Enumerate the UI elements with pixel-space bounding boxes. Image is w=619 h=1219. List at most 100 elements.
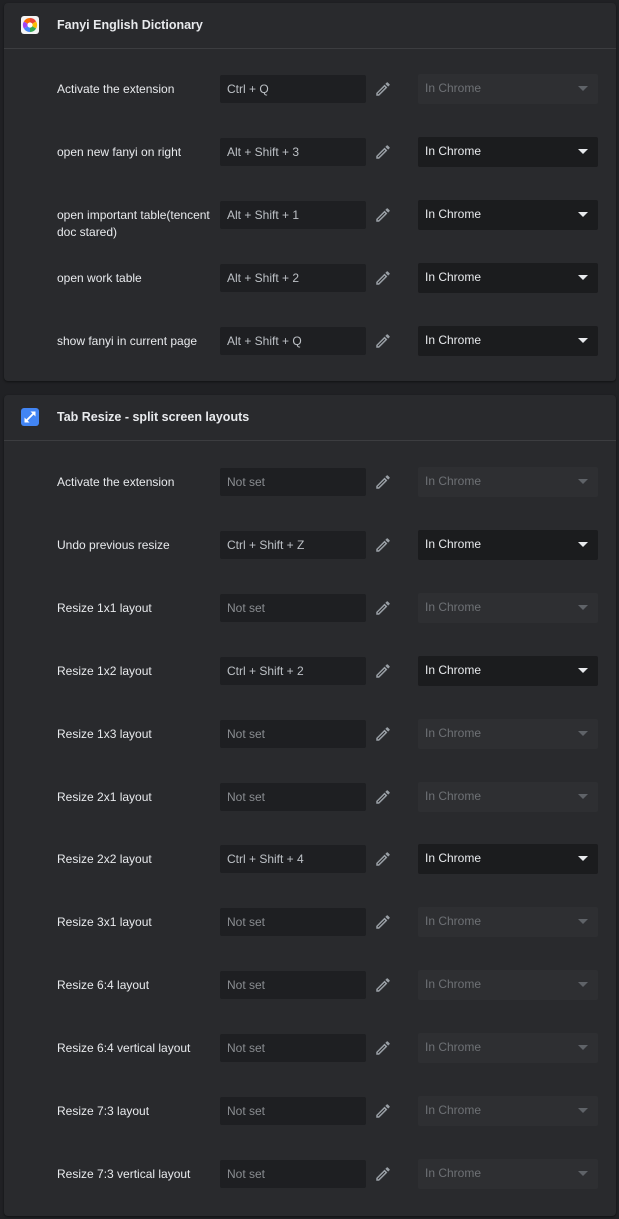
- command-row: open work table Alt + Shift + 2 In Chrom…: [4, 263, 616, 327]
- command-label: Resize 1x1 layout: [57, 601, 152, 615]
- command-label: Undo previous resize: [57, 538, 170, 552]
- scope-select[interactable]: In Chrome: [418, 844, 598, 874]
- shortcut-field[interactable]: Not set: [220, 1097, 366, 1125]
- dropdown-arrow-icon: [578, 982, 588, 987]
- command-row: open important table(tencent doc stared)…: [4, 200, 616, 264]
- shortcut-field[interactable]: Not set: [220, 468, 366, 496]
- edit-pencil-icon[interactable]: [374, 332, 392, 350]
- scope-value: In Chrome: [425, 270, 482, 284]
- edit-pencil-icon[interactable]: [374, 662, 392, 680]
- command-row: Activate the extension Not set In Chrome: [4, 467, 616, 531]
- edit-pencil-icon[interactable]: [374, 269, 392, 287]
- command-label: Resize 1x3 layout: [57, 727, 152, 741]
- dropdown-arrow-icon: [578, 212, 588, 217]
- extension-header: Fanyi English Dictionary: [4, 3, 616, 49]
- command-label: show fanyi in current page: [57, 334, 198, 348]
- edit-pencil-icon[interactable]: [374, 80, 392, 98]
- edit-pencil-icon[interactable]: [374, 599, 392, 617]
- edit-pencil-icon[interactable]: [374, 1039, 392, 1057]
- shortcut-field[interactable]: Ctrl + Shift + 2: [220, 657, 366, 685]
- edit-pencil-icon[interactable]: [374, 206, 392, 224]
- edit-pencil-icon[interactable]: [374, 1102, 392, 1120]
- shortcut-field[interactable]: Ctrl + Shift + 4: [220, 845, 366, 873]
- edit-pencil-icon[interactable]: [374, 850, 392, 868]
- edit-pencil-icon[interactable]: [374, 536, 392, 554]
- scope-value: In Chrome: [425, 537, 482, 551]
- extension-card-fanyi: Fanyi English Dictionary Activate the ex…: [4, 3, 616, 381]
- edit-pencil-icon[interactable]: [374, 1165, 392, 1183]
- edit-pencil-icon[interactable]: [374, 725, 392, 743]
- scope-value: In Chrome: [425, 1103, 482, 1117]
- scope-value: In Chrome: [425, 207, 482, 221]
- scope-value: In Chrome: [425, 1040, 482, 1054]
- command-label: Resize 7:3 vertical layout: [57, 1167, 191, 1181]
- command-label: open new fanyi on right: [57, 145, 182, 159]
- scope-select: In Chrome: [418, 1159, 598, 1189]
- dropdown-arrow-icon: [578, 1108, 588, 1113]
- scope-select: In Chrome: [418, 467, 598, 497]
- edit-pencil-icon[interactable]: [374, 473, 392, 491]
- dropdown-arrow-icon: [578, 731, 588, 736]
- extension-card-tab-resize: Tab Resize - split screen layouts Activa…: [4, 395, 616, 1216]
- scope-select: In Chrome: [418, 970, 598, 1000]
- shortcut-field[interactable]: Alt + Shift + 3: [220, 138, 366, 166]
- command-label: Activate the extension: [57, 475, 175, 489]
- scope-select[interactable]: In Chrome: [418, 656, 598, 686]
- command-row: show fanyi in current page Alt + Shift +…: [4, 326, 616, 390]
- scope-value: In Chrome: [425, 81, 482, 95]
- extension-header: Tab Resize - split screen layouts: [4, 395, 616, 441]
- command-row: Resize 7:3 vertical layout Not set In Ch…: [4, 1159, 616, 1210]
- scope-select[interactable]: In Chrome: [418, 200, 598, 230]
- scope-value: In Chrome: [425, 144, 482, 158]
- dropdown-arrow-icon: [578, 542, 588, 547]
- scope-select: In Chrome: [418, 907, 598, 937]
- scope-select[interactable]: In Chrome: [418, 137, 598, 167]
- scope-value: In Chrome: [425, 474, 482, 488]
- command-label: open important table(tencent doc stared): [57, 208, 210, 239]
- shortcut-field[interactable]: Not set: [220, 1160, 366, 1188]
- command-label: Resize 6:4 layout: [57, 978, 150, 992]
- scope-value: In Chrome: [425, 333, 482, 347]
- dropdown-arrow-icon: [578, 605, 588, 610]
- edit-pencil-icon[interactable]: [374, 143, 392, 161]
- command-label: open work table: [57, 271, 142, 285]
- shortcut-field[interactable]: Alt + Shift + 1: [220, 201, 366, 229]
- shortcut-field[interactable]: Ctrl + Shift + Z: [220, 531, 366, 559]
- scope-value: In Chrome: [425, 726, 482, 740]
- scope-select: In Chrome: [418, 593, 598, 623]
- scope-select: In Chrome: [418, 1096, 598, 1126]
- edit-pencil-icon[interactable]: [374, 788, 392, 806]
- command-row: Resize 6:4 vertical layout Not set In Ch…: [4, 1033, 616, 1097]
- shortcut-field[interactable]: Not set: [220, 720, 366, 748]
- shortcut-field[interactable]: Not set: [220, 971, 366, 999]
- scope-select[interactable]: In Chrome: [418, 530, 598, 560]
- dropdown-arrow-icon: [578, 1045, 588, 1050]
- scope-value: In Chrome: [425, 789, 482, 803]
- scope-value: In Chrome: [425, 977, 482, 991]
- shortcut-field[interactable]: Not set: [220, 908, 366, 936]
- scope-value: In Chrome: [425, 600, 482, 614]
- dropdown-arrow-icon: [578, 149, 588, 154]
- shortcut-field[interactable]: Alt + Shift + Q: [220, 327, 366, 355]
- shortcut-field[interactable]: Ctrl + Q: [220, 75, 366, 103]
- shortcut-field[interactable]: Not set: [220, 1034, 366, 1062]
- command-row: Undo previous resize Ctrl + Shift + Z In…: [4, 530, 616, 594]
- resize-arrows-icon: [21, 408, 39, 426]
- command-row: Resize 1x3 layout Not set In Chrome: [4, 719, 616, 783]
- dropdown-arrow-icon: [578, 86, 588, 91]
- dropdown-arrow-icon: [578, 338, 588, 343]
- command-row: open new fanyi on right Alt + Shift + 3 …: [4, 137, 616, 201]
- edit-pencil-icon[interactable]: [374, 913, 392, 931]
- extension-name: Fanyi English Dictionary: [57, 18, 203, 32]
- shortcut-field[interactable]: Alt + Shift + 2: [220, 264, 366, 292]
- command-row: Resize 2x2 layout Ctrl + Shift + 4 In Ch…: [4, 844, 616, 908]
- scope-select[interactable]: In Chrome: [418, 326, 598, 356]
- scope-select: In Chrome: [418, 719, 598, 749]
- dropdown-arrow-icon: [578, 275, 588, 280]
- scope-select: In Chrome: [418, 782, 598, 812]
- command-row: Resize 3x1 layout Not set In Chrome: [4, 907, 616, 971]
- scope-select[interactable]: In Chrome: [418, 263, 598, 293]
- edit-pencil-icon[interactable]: [374, 976, 392, 994]
- shortcut-field[interactable]: Not set: [220, 594, 366, 622]
- shortcut-field[interactable]: Not set: [220, 783, 366, 811]
